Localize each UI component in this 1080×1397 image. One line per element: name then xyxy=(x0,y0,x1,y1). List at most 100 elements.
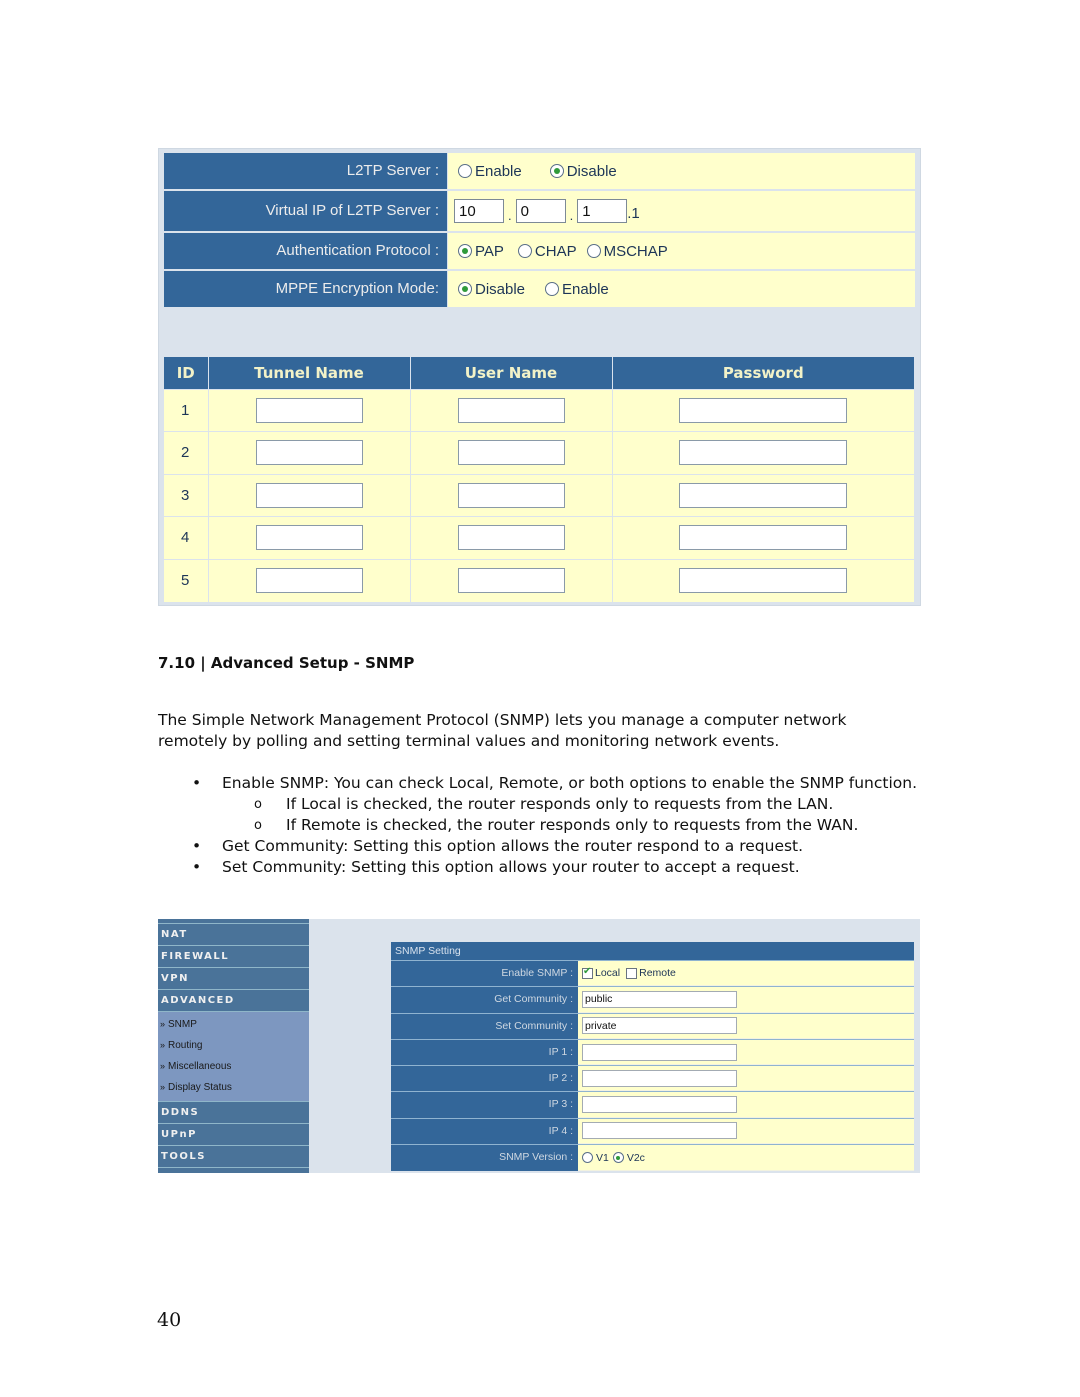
column-header-id: ID xyxy=(164,357,209,389)
tunnel-table: ID Tunnel Name User Name Password 1 2 3 xyxy=(164,357,915,602)
set-community-input[interactable] xyxy=(582,1017,737,1035)
tunnel-name-input[interactable] xyxy=(255,397,363,423)
password-input[interactable] xyxy=(679,440,848,466)
remote-checkbox[interactable] xyxy=(626,967,638,979)
v2c-radio[interactable]: V2c xyxy=(612,1152,645,1164)
ip-4-row: IP 4 : xyxy=(391,1118,914,1146)
chevron-right-icon: » xyxy=(160,1082,166,1092)
user-name-input[interactable] xyxy=(457,440,565,466)
radio-icon xyxy=(545,282,560,296)
radio-icon xyxy=(458,164,472,178)
l2tp-enable-radio[interactable]: Enable xyxy=(458,163,522,180)
sidebar-submenu-advanced: » SNMP » Routing » Miscellaneous » Display S… xyxy=(158,1011,309,1101)
tunnel-name-input[interactable] xyxy=(255,525,363,551)
ip-octet-4-fixed: .1 xyxy=(627,204,640,222)
row-id: 2 xyxy=(164,431,209,474)
radio-icon xyxy=(586,244,601,258)
ip-1-row: IP 1 : xyxy=(391,1039,914,1067)
sidebar-item-ddns[interactable]: DDNS xyxy=(158,1101,309,1123)
row-id: 5 xyxy=(164,558,209,602)
tunnel-name-input[interactable] xyxy=(255,440,363,466)
radio-selected-icon xyxy=(549,164,564,178)
intro-paragraph: The Simple Network Management Protocol (… xyxy=(158,711,847,750)
sidebar-item-vpn[interactable]: VPN xyxy=(158,967,309,989)
pap-radio[interactable]: PAP xyxy=(458,243,504,260)
table-row: 2 xyxy=(164,431,915,474)
l2tp-settings-screenshot: L2TP Server : Enable Disable Virtual IP … xyxy=(158,148,921,606)
bullet-item: • Get Community: Setting this option all… xyxy=(192,837,804,855)
get-community-row: Get Community : xyxy=(391,987,914,1014)
password-input[interactable] xyxy=(679,397,848,423)
bullet-icon: • xyxy=(192,837,202,855)
mppe-label: MPPE Encryption Mode: xyxy=(164,271,448,307)
bullet-icon: • xyxy=(192,858,202,876)
sidebar-item-status[interactable]: STATUS xyxy=(158,1167,309,1173)
ip-3-input[interactable] xyxy=(582,1096,737,1114)
ip-octet-1-input[interactable] xyxy=(454,199,504,223)
user-name-input[interactable] xyxy=(457,568,565,593)
user-name-input[interactable] xyxy=(457,482,565,508)
l2tp-disable-radio[interactable]: Disable xyxy=(549,163,617,180)
sub-bullet-icon: o xyxy=(254,797,262,812)
password-input[interactable] xyxy=(679,525,848,551)
ip-octet-2-input[interactable] xyxy=(515,199,566,223)
l2tp-server-row: L2TP Server : Enable Disable xyxy=(164,153,915,189)
chevron-right-icon: » xyxy=(160,1061,166,1071)
sidebar-nav: NAT FIREWALL VPN ADVANCED » SNMP » Routing… xyxy=(158,919,309,1173)
password-input[interactable] xyxy=(679,568,848,593)
ip-octet-3-input[interactable] xyxy=(577,199,628,223)
user-name-input[interactable] xyxy=(457,397,565,423)
radio-icon xyxy=(582,1152,593,1164)
table-row: 5 xyxy=(164,558,915,602)
sub-bullet-item: o If Local is checked, the router respon… xyxy=(254,795,834,813)
tunnel-name-input[interactable] xyxy=(255,568,363,593)
snmp-setting-panel: SNMP Setting Enable SNMP : Local Remote … xyxy=(391,942,914,1172)
local-checkbox[interactable] xyxy=(582,966,593,979)
sidebar-item-nat[interactable]: NAT xyxy=(158,923,309,945)
bullet-item: • Set Community: Setting this option all… xyxy=(192,858,800,876)
sidebar-subitem-routing[interactable]: » Routing xyxy=(158,1035,309,1056)
table-row: 4 xyxy=(164,516,915,559)
sidebar-item-firewall[interactable]: FIREWALL xyxy=(158,945,309,967)
v1-radio[interactable]: V1 xyxy=(582,1152,609,1164)
ip-1-input[interactable] xyxy=(582,1043,737,1061)
sidebar-item-tools[interactable]: TOOLS xyxy=(158,1145,309,1167)
sidebar-subitem-miscellaneous[interactable]: » Miscellaneous xyxy=(158,1056,309,1077)
row-id: 3 xyxy=(164,473,209,517)
ip-4-input[interactable] xyxy=(582,1122,737,1140)
sidebar-subitem-snmp[interactable]: » SNMP xyxy=(158,1014,309,1035)
mschap-radio[interactable]: MSCHAP xyxy=(586,243,668,260)
table-header-row: ID Tunnel Name User Name Password xyxy=(164,357,915,389)
password-input[interactable] xyxy=(679,482,848,508)
table-row: 3 xyxy=(164,473,915,517)
column-header-tunnel-name: Tunnel Name xyxy=(208,357,411,389)
chevron-right-icon: » xyxy=(160,1019,166,1029)
mppe-enable-radio[interactable]: Enable xyxy=(545,281,609,298)
sidebar-subitem-display-status[interactable]: » Display Status xyxy=(158,1077,309,1098)
chevron-right-icon: » xyxy=(160,1040,166,1050)
get-community-input[interactable] xyxy=(582,990,737,1008)
mppe-disable-radio[interactable]: Disable xyxy=(458,281,525,298)
ip-2-input[interactable] xyxy=(582,1069,737,1087)
bullet-list: • Enable SNMP: You can check Local, Remo… xyxy=(158,773,918,878)
column-header-user-name: User Name xyxy=(410,357,613,389)
sidebar-item-upnp[interactable]: UPnP xyxy=(158,1123,309,1145)
sub-bullet-item: o If Remote is checked, the router respo… xyxy=(254,816,859,834)
ip-2-row: IP 2 : xyxy=(391,1066,914,1093)
sidebar-item-advanced[interactable]: ADVANCED xyxy=(158,989,309,1011)
sub-bullet-icon: o xyxy=(254,818,262,833)
section-heading: 7.10 | Advanced Setup - SNMP xyxy=(158,654,415,672)
user-name-input[interactable] xyxy=(457,525,565,551)
snmp-version-row: SNMP Version : V1 V2c xyxy=(391,1145,914,1172)
chap-radio[interactable]: CHAP xyxy=(517,243,577,260)
auth-protocol-row: Authentication Protocol : PAP CHAP MSCHA… xyxy=(164,233,915,269)
panel-title: SNMP Setting xyxy=(391,942,914,961)
bullet-item: • Enable SNMP: You can check Local, Remo… xyxy=(192,774,918,792)
virtual-ip-row: Virtual IP of L2TP Server : . . .1 xyxy=(164,191,915,231)
mppe-row: MPPE Encryption Mode: Disable Enable xyxy=(164,271,915,307)
tunnel-name-input[interactable] xyxy=(255,482,363,508)
l2tp-server-label: L2TP Server : xyxy=(164,153,448,189)
page-number: 40 xyxy=(157,1309,182,1331)
radio-selected-icon xyxy=(612,1152,624,1164)
table-row: 1 xyxy=(164,388,915,432)
